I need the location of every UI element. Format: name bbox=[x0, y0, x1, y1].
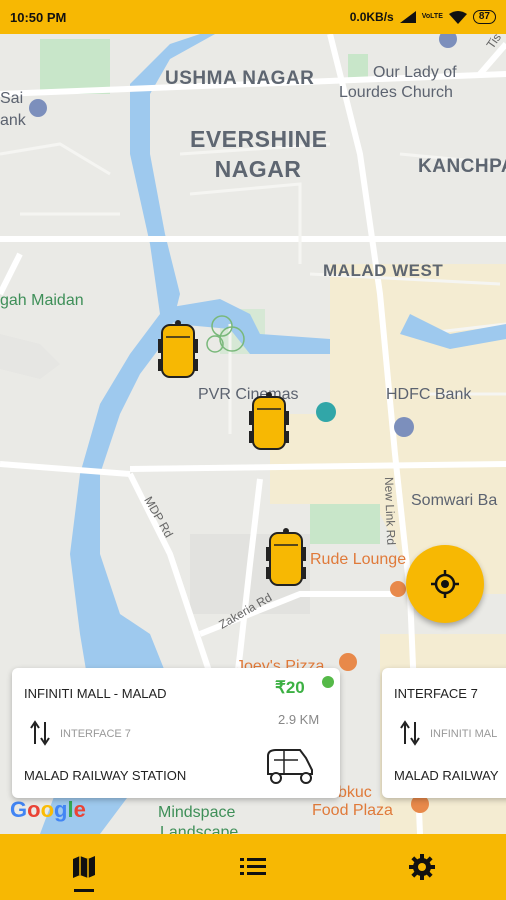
route-from: INTERFACE 7 bbox=[394, 686, 478, 701]
swap-arrows-icon bbox=[30, 720, 50, 746]
map-label-ushma-nagar: USHMA NAGAR bbox=[165, 68, 315, 89]
map-label-rude-lounge: Rude Lounge bbox=[310, 551, 407, 568]
auto-rickshaw-icon[interactable] bbox=[247, 391, 291, 455]
auto-rickshaw-icon[interactable] bbox=[264, 527, 308, 591]
map-label-mindspace: Mindspace bbox=[158, 804, 236, 821]
map-label-evershine: EVERSHINE bbox=[190, 126, 328, 152]
route-distance: 2.9 KM bbox=[278, 712, 320, 727]
swap-arrows-icon bbox=[400, 720, 420, 746]
route-to: MALAD RAILWAY bbox=[394, 768, 499, 783]
volte-icon: VoLTE bbox=[421, 13, 443, 20]
status-time: 10:50 PM bbox=[10, 9, 67, 25]
map-label-maidan: gah Maidan bbox=[0, 292, 84, 309]
status-icons: 0.0KB/s VoLTE 87 bbox=[350, 10, 496, 24]
map-label-new-link-rd: New Link Rd bbox=[381, 476, 399, 546]
bottom-nav bbox=[0, 834, 506, 900]
map-label-nagar: NAGAR bbox=[214, 156, 302, 182]
map-label-landscape: Landscape bbox=[160, 824, 239, 834]
crosshair-icon bbox=[431, 570, 459, 598]
my-location-button[interactable] bbox=[406, 545, 484, 623]
nav-map[interactable] bbox=[0, 834, 169, 900]
map-label-food-plaza: Food Plaza bbox=[312, 802, 393, 819]
availability-dot bbox=[322, 676, 334, 688]
signal-icon bbox=[399, 11, 416, 23]
active-indicator bbox=[74, 889, 95, 892]
map-label-somwari: Somwari Ba bbox=[411, 492, 498, 509]
route-price: ₹20 bbox=[275, 678, 305, 697]
battery-icon: 87 bbox=[472, 10, 496, 24]
route-via: INTERFACE 7 bbox=[60, 728, 131, 740]
map-label-bkuc: bkuc bbox=[338, 784, 372, 801]
auto-rickshaw-icon[interactable] bbox=[156, 319, 200, 383]
nav-settings[interactable] bbox=[337, 834, 506, 900]
map-icon bbox=[73, 856, 96, 878]
auto-rickshaw-side-icon bbox=[267, 749, 313, 784]
route-card[interactable]: INTERFACE 7 INFINITI MAL MALAD RAILWAY bbox=[382, 668, 506, 798]
map-label-kanchpa: KANCHPA bbox=[418, 156, 506, 177]
map-label-sai: Sai bbox=[0, 90, 24, 107]
google-logo: Google bbox=[10, 797, 86, 822]
map-label-malad-west: MALAD WEST bbox=[323, 261, 444, 280]
route-card[interactable]: INFINITI MALL - MALAD ₹20 INTERFACE 7 2.… bbox=[12, 668, 340, 798]
map-label-evershine-nagar: EVERSHINE NAGAR bbox=[190, 124, 328, 184]
status-bar: 10:50 PM 0.0KB/s VoLTE 87 bbox=[0, 0, 506, 34]
route-from: INFINITI MALL - MALAD bbox=[24, 686, 167, 701]
nav-list[interactable] bbox=[169, 834, 338, 900]
map-label-hdfc-bank: HDFC Bank bbox=[386, 386, 472, 403]
wifi-icon bbox=[448, 10, 467, 24]
map-label-our-lady: Our Lady of bbox=[373, 64, 457, 81]
route-to: MALAD RAILWAY STATION bbox=[24, 768, 187, 783]
map-label-lourdes-church: Lourdes Church bbox=[339, 84, 453, 101]
network-speed: 0.0KB/s bbox=[349, 10, 394, 24]
settings-icon bbox=[408, 854, 435, 880]
list-icon bbox=[240, 858, 266, 875]
route-via: INFINITI MAL bbox=[430, 728, 498, 740]
map-label-bank: ank bbox=[0, 112, 26, 129]
